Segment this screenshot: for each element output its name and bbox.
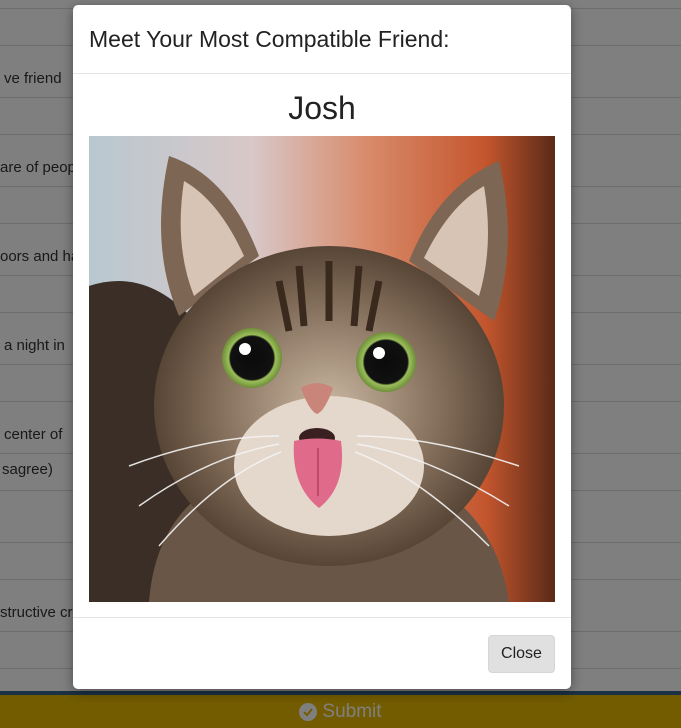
modal-header: Meet Your Most Compatible Friend: (73, 5, 571, 74)
cat-photo-icon (89, 136, 555, 602)
compatible-friend-modal: Meet Your Most Compatible Friend: Josh C… (73, 5, 571, 689)
modal-title: Meet Your Most Compatible Friend: (89, 26, 450, 52)
friend-name: Josh (288, 90, 356, 126)
close-button[interactable]: Close (488, 635, 555, 673)
friend-photo (89, 136, 555, 602)
modal-footer: Close (73, 617, 571, 689)
